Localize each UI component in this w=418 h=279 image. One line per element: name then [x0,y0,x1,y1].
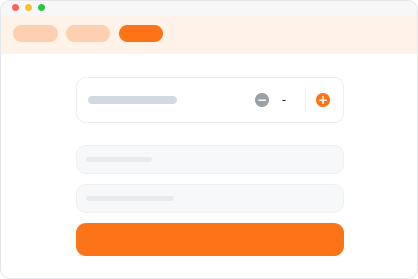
quantity-value: - [281,92,287,107]
stepper-divider [305,88,306,112]
increase-button[interactable]: + [316,93,330,107]
close-window-dot[interactable] [12,4,19,11]
title-bar [1,1,417,15]
maximize-window-dot[interactable] [38,4,45,11]
nav-tab-1[interactable] [13,25,58,42]
top-navbar [1,15,417,54]
decrease-button[interactable]: − [255,93,269,107]
submit-button[interactable] [76,223,344,256]
item-label-placeholder [88,96,177,104]
nav-tab-3-active[interactable] [119,25,163,42]
input-field-1[interactable] [76,145,344,174]
field-1-placeholder [86,157,152,162]
input-field-2[interactable] [76,184,344,213]
minus-icon: − [256,93,268,107]
field-2-placeholder [86,196,174,201]
quantity-card: − - + [76,77,344,123]
app-window: − - + [0,0,418,279]
minimize-window-dot[interactable] [25,4,32,11]
plus-icon: + [317,93,329,107]
nav-tab-2[interactable] [66,25,110,42]
